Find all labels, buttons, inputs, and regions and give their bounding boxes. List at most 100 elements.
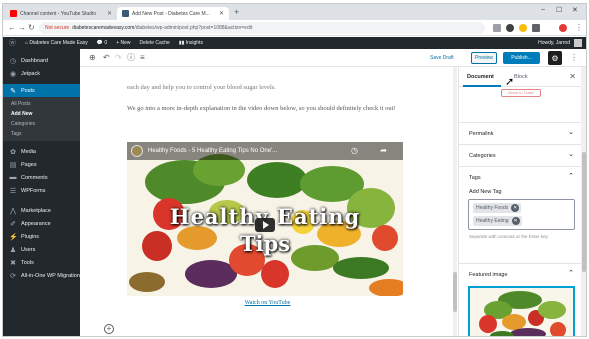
- vegetables-thumbnail: [470, 288, 573, 336]
- tab-label: Channel content - YouTube Studio: [20, 10, 96, 17]
- block-navigation-icon[interactable]: ≡: [140, 53, 145, 63]
- content-scrollbar[interactable]: [453, 67, 457, 336]
- submenu-categories[interactable]: Categories: [3, 119, 80, 129]
- marketplace-icon: ⋀: [10, 207, 16, 215]
- close-icon[interactable]: ✕: [219, 10, 224, 17]
- publish-button[interactable]: Publish...: [503, 52, 540, 64]
- browser-menu-icon[interactable]: ⋮: [575, 23, 583, 33]
- paragraph-block[interactable]: each day and help you to control your bl…: [127, 83, 417, 93]
- add-new-tag-label: Add New Tag: [469, 189, 502, 195]
- save-draft-button[interactable]: Save Draft: [430, 55, 454, 61]
- sidebar-item-appearance[interactable]: ✐ Appearance: [3, 217, 80, 230]
- submenu-add-new[interactable]: Add New: [3, 109, 80, 119]
- share-icon[interactable]: ➦: [380, 146, 387, 155]
- site-name-link[interactable]: ⌂ Diabetes Care Made Easy: [25, 40, 88, 46]
- remove-tag-icon[interactable]: ✕: [511, 217, 520, 225]
- panel-scrollbar[interactable]: [581, 67, 586, 336]
- tab-document[interactable]: Document: [467, 74, 494, 80]
- panel-permalink[interactable]: Permalink ⌄: [459, 122, 581, 144]
- sidebar-item-media[interactable]: ✿ Media: [3, 145, 80, 158]
- move-to-trash-button[interactable]: Move to Trash: [501, 89, 541, 97]
- url-field[interactable]: Not secure diabetescaremadeeasy.com /dia…: [39, 22, 485, 34]
- extension-icon[interactable]: [532, 24, 540, 32]
- editor-content: each day and help you to control your bl…: [80, 67, 455, 336]
- maximize-icon[interactable]: ☐: [556, 6, 562, 14]
- chevron-up-icon: ⌃: [568, 173, 574, 180]
- panel-categories[interactable]: Categories ⌄: [459, 144, 581, 166]
- watch-on-youtube-link[interactable]: Watch on YouTube: [80, 300, 455, 306]
- plugin-icon: ⚡: [9, 233, 18, 241]
- undo-icon[interactable]: ↶: [103, 53, 110, 63]
- more-options-icon[interactable]: ⋮: [570, 53, 578, 62]
- scrollbar-thumb[interactable]: [453, 272, 457, 312]
- extension-icon[interactable]: [506, 24, 514, 32]
- delete-cache-link[interactable]: Delete Cache: [140, 40, 170, 46]
- close-window-icon[interactable]: ✕: [572, 6, 578, 14]
- forward-icon[interactable]: →: [18, 23, 26, 33]
- tag-help-text: Separate with commas or the Enter key.: [469, 234, 549, 239]
- star-icon[interactable]: [493, 24, 501, 32]
- chevron-up-icon: ⌃: [568, 270, 574, 277]
- scrollbar-thumb[interactable]: [582, 152, 586, 272]
- close-icon[interactable]: ✕: [569, 72, 576, 81]
- wordpress-favicon-icon: [122, 10, 129, 17]
- tags-input[interactable]: Healthy Foods ✕ Healthy Eating ✕: [468, 199, 575, 230]
- wp-admin-bar: ⓦ ⌂ Diabetes Care Made Easy 💬 0 + New De…: [3, 37, 586, 49]
- chevron-down-icon: ⌄: [568, 129, 574, 136]
- channel-avatar[interactable]: [131, 145, 143, 157]
- insights-link[interactable]: ▮▮ Insights: [179, 40, 203, 46]
- reload-icon[interactable]: ↻: [28, 23, 35, 33]
- close-icon[interactable]: ✕: [107, 10, 112, 17]
- sidebar-item-plugins[interactable]: ⚡ Plugins: [3, 230, 80, 243]
- sidebar-item-all-in-one-migration[interactable]: ⟳ All-in-One WP Migration: [3, 269, 80, 282]
- panel-tags[interactable]: Tags ⌃: [459, 166, 581, 188]
- featured-image-thumbnail[interactable]: [468, 286, 575, 336]
- sidebar-item-pages[interactable]: ▤ Pages: [3, 158, 80, 171]
- profile-avatar[interactable]: [559, 24, 567, 32]
- sidebar-item-marketplace[interactable]: ⋀ Marketplace: [3, 204, 80, 217]
- avatar[interactable]: [574, 39, 582, 47]
- back-icon[interactable]: ←: [8, 23, 16, 33]
- pages-icon: ▤: [9, 161, 17, 169]
- info-icon[interactable]: ⓘ: [127, 53, 135, 63]
- new-content-link[interactable]: + New: [116, 40, 130, 46]
- new-tab-icon[interactable]: +: [234, 7, 239, 17]
- video-title[interactable]: Healthy Foods - 5 Healthy Eating Tips No…: [148, 148, 277, 154]
- remove-tag-icon[interactable]: ✕: [511, 204, 520, 212]
- sidebar-item-comments[interactable]: ▬ Comments: [3, 171, 80, 184]
- sidebar-item-tools[interactable]: ✖ Tools: [3, 256, 80, 269]
- play-button-icon[interactable]: [255, 218, 275, 232]
- sidebar-item-jetpack[interactable]: ◉ Jetpack: [3, 67, 80, 80]
- tab-block[interactable]: Block: [514, 74, 527, 80]
- youtube-embed[interactable]: Healthy Foods - 5 Healthy Eating Tips No…: [127, 142, 403, 296]
- admin-sidebar: ◷ Dashboard ◉ Jetpack ✎ Posts All Posts Add…: [3, 49, 80, 336]
- pin-icon: ✎: [10, 87, 16, 95]
- sidebar-item-dashboard[interactable]: ◷ Dashboard: [3, 54, 80, 67]
- browser-tab-youtube-studio[interactable]: Channel content - YouTube Studio ✕: [5, 7, 117, 20]
- minimize-icon[interactable]: –: [541, 6, 545, 13]
- redo-icon[interactable]: ↷: [115, 53, 122, 63]
- extension-icon[interactable]: [519, 24, 527, 32]
- address-bar: ← → ↻ Not secure diabetescaremadeeasy.co…: [3, 20, 586, 36]
- comments-count[interactable]: 💬 0: [97, 40, 107, 46]
- add-block-icon[interactable]: ⊕: [89, 53, 96, 63]
- submenu-tags[interactable]: Tags: [3, 129, 80, 139]
- sidebar-item-users[interactable]: ♟ Users: [3, 243, 80, 256]
- tag-chip: Healthy Foods ✕: [473, 203, 522, 213]
- editor-toolbar: ⊕ ↶ ↷ ⓘ ≡ Save Draft Preview Publish... …: [80, 49, 586, 67]
- sidebar-item-posts[interactable]: ✎ Posts: [3, 84, 80, 97]
- preview-button[interactable]: Preview: [471, 52, 497, 64]
- submenu-all-posts[interactable]: All Posts: [3, 99, 80, 109]
- youtube-favicon-icon: [10, 10, 17, 17]
- paragraph-block[interactable]: We go into a more in-depth explanation i…: [127, 104, 417, 114]
- wordpress-logo-icon[interactable]: ⓦ: [9, 38, 16, 48]
- settings-gear-icon[interactable]: ⚙: [548, 51, 562, 65]
- mouse-cursor-icon: ➚: [505, 76, 515, 88]
- sidebar-item-wpforms[interactable]: ☰ WPForms: [3, 184, 80, 197]
- howdy-user[interactable]: Howdy, Jarrod: [538, 40, 570, 46]
- browser-tab-add-new-post[interactable]: Add New Post - Diabetes Care M... ✕: [117, 7, 229, 20]
- watch-later-icon[interactable]: ◷: [351, 146, 358, 155]
- add-block-icon[interactable]: +: [104, 324, 114, 334]
- dashboard-icon: ◷: [9, 57, 17, 65]
- panel-featured-image[interactable]: Featured image ⌃: [459, 263, 581, 285]
